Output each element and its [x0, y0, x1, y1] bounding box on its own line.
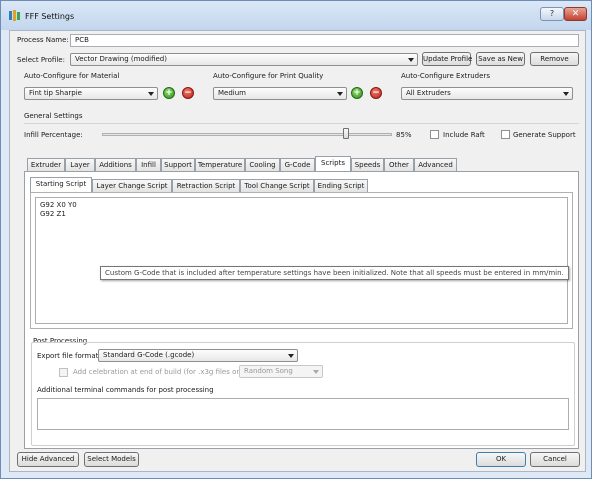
starting-script-panel: G92 X0 Y0 G92 Z1 — [30, 192, 573, 329]
generate-support-checkbox[interactable] — [501, 130, 510, 139]
script-tab-ending-script[interactable]: Ending Script — [314, 179, 368, 192]
print-quality-select[interactable]: Medium — [213, 87, 347, 100]
scripts-tab-panel: Starting Script Layer Change Script Retrac… — [24, 171, 579, 449]
chevron-down-icon — [288, 354, 294, 358]
general-settings-heading: General Settings — [24, 112, 83, 120]
close-button[interactable]: ✕ — [564, 7, 587, 21]
app-icon — [9, 10, 20, 21]
terminal-commands-input[interactable] — [37, 398, 569, 430]
profile-select[interactable]: Vector Drawing (modified) — [70, 53, 418, 66]
terminal-commands-label: Additional terminal commands for post pr… — [37, 386, 214, 394]
extruders-label: Auto-Configure Extruders — [401, 72, 490, 80]
process-name-label: Process Name: — [17, 36, 69, 44]
remove-material-button[interactable]: − — [182, 87, 194, 99]
help-button[interactable]: ? — [540, 7, 564, 21]
chevron-down-icon — [408, 58, 414, 62]
update-profile-button[interactable]: Update Profile — [422, 52, 472, 66]
starting-script-editor[interactable]: G92 X0 Y0 G92 Z1 — [35, 197, 568, 324]
dialog-body: Process Name: PCB Select Profile: Vector… — [9, 30, 586, 472]
export-format-select[interactable]: Standard G-Code (.gcode) — [98, 349, 298, 362]
divider — [24, 123, 579, 124]
tab-scripts[interactable]: Scripts — [315, 156, 351, 171]
tab-g-code[interactable]: G-Code — [280, 158, 315, 171]
select-profile-label: Select Profile: — [17, 56, 65, 64]
tab-support[interactable]: Support — [161, 158, 195, 171]
script-tab-layer-change-script[interactable]: Layer Change Script — [92, 179, 172, 192]
print-quality-label: Auto-Configure for Print Quality — [213, 72, 324, 80]
chevron-down-icon — [563, 92, 569, 96]
infill-percentage-label: Infill Percentage: — [24, 131, 83, 139]
tab-extruder[interactable]: Extruder — [27, 158, 65, 171]
fff-settings-window: FFF Settings ? ✕ Process Name: PCB Selec… — [0, 0, 592, 479]
chevron-down-icon — [313, 370, 319, 374]
celebration-label: Add celebration at end of build (for .x3… — [73, 368, 250, 376]
celebration-select[interactable]: Random Song — [239, 365, 323, 378]
add-material-button[interactable]: + — [163, 87, 175, 99]
material-select-value: Fint tip Sharpie — [29, 89, 82, 97]
export-format-label: Export file format — [37, 352, 99, 360]
select-models-button[interactable]: Select Models — [84, 452, 139, 467]
script-tab-retraction-script[interactable]: Retraction Script — [172, 179, 240, 192]
celebration-checkbox[interactable] — [59, 368, 68, 377]
script-tab-tool-change-script[interactable]: Tool Change Script — [240, 179, 314, 192]
tab-additions[interactable]: Additions — [95, 158, 136, 171]
generate-support-label: Generate Support — [513, 131, 576, 139]
chevron-down-icon — [148, 92, 154, 96]
ok-button[interactable]: OK — [476, 452, 526, 467]
tab-layer[interactable]: Layer — [65, 158, 95, 171]
material-select[interactable]: Fint tip Sharpie — [24, 87, 158, 100]
cancel-button[interactable]: Cancel — [530, 452, 580, 467]
material-label: Auto-Configure for Material — [24, 72, 120, 80]
title-bar[interactable]: FFF Settings ? ✕ — [1, 1, 591, 30]
include-raft-label: Include Raft — [443, 131, 485, 139]
infill-value: 85% — [396, 131, 412, 139]
remove-profile-button[interactable]: Remove — [530, 52, 579, 66]
extruders-select-value: All Extruders — [406, 89, 451, 97]
tab-advanced[interactable]: Advanced — [414, 158, 457, 171]
chevron-down-icon — [337, 92, 343, 96]
extruders-select[interactable]: All Extruders — [401, 87, 573, 100]
tab-infill[interactable]: Infill — [136, 158, 161, 171]
celebration-select-value: Random Song — [244, 367, 293, 375]
process-name-input[interactable]: PCB — [70, 34, 579, 47]
print-quality-select-value: Medium — [218, 89, 246, 97]
window-title: FFF Settings — [25, 12, 75, 21]
export-format-value: Standard G-Code (.gcode) — [103, 351, 195, 359]
tab-cooling[interactable]: Cooling — [245, 158, 280, 171]
include-raft-checkbox[interactable] — [430, 130, 439, 139]
script-tab-starting-script[interactable]: Starting Script — [30, 177, 92, 192]
profile-select-value: Vector Drawing (modified) — [75, 55, 167, 63]
add-quality-button[interactable]: + — [351, 87, 363, 99]
tab-temperature[interactable]: Temperature — [195, 158, 245, 171]
tab-speeds[interactable]: Speeds — [351, 158, 384, 171]
hide-advanced-button[interactable]: Hide Advanced — [17, 452, 79, 467]
save-as-new-button[interactable]: Save as New — [476, 52, 525, 66]
tab-other[interactable]: Other — [384, 158, 414, 171]
remove-quality-button[interactable]: − — [370, 87, 382, 99]
infill-slider-thumb[interactable] — [343, 128, 350, 139]
tooltip: Custom G-Code that is included after tem… — [100, 266, 569, 280]
